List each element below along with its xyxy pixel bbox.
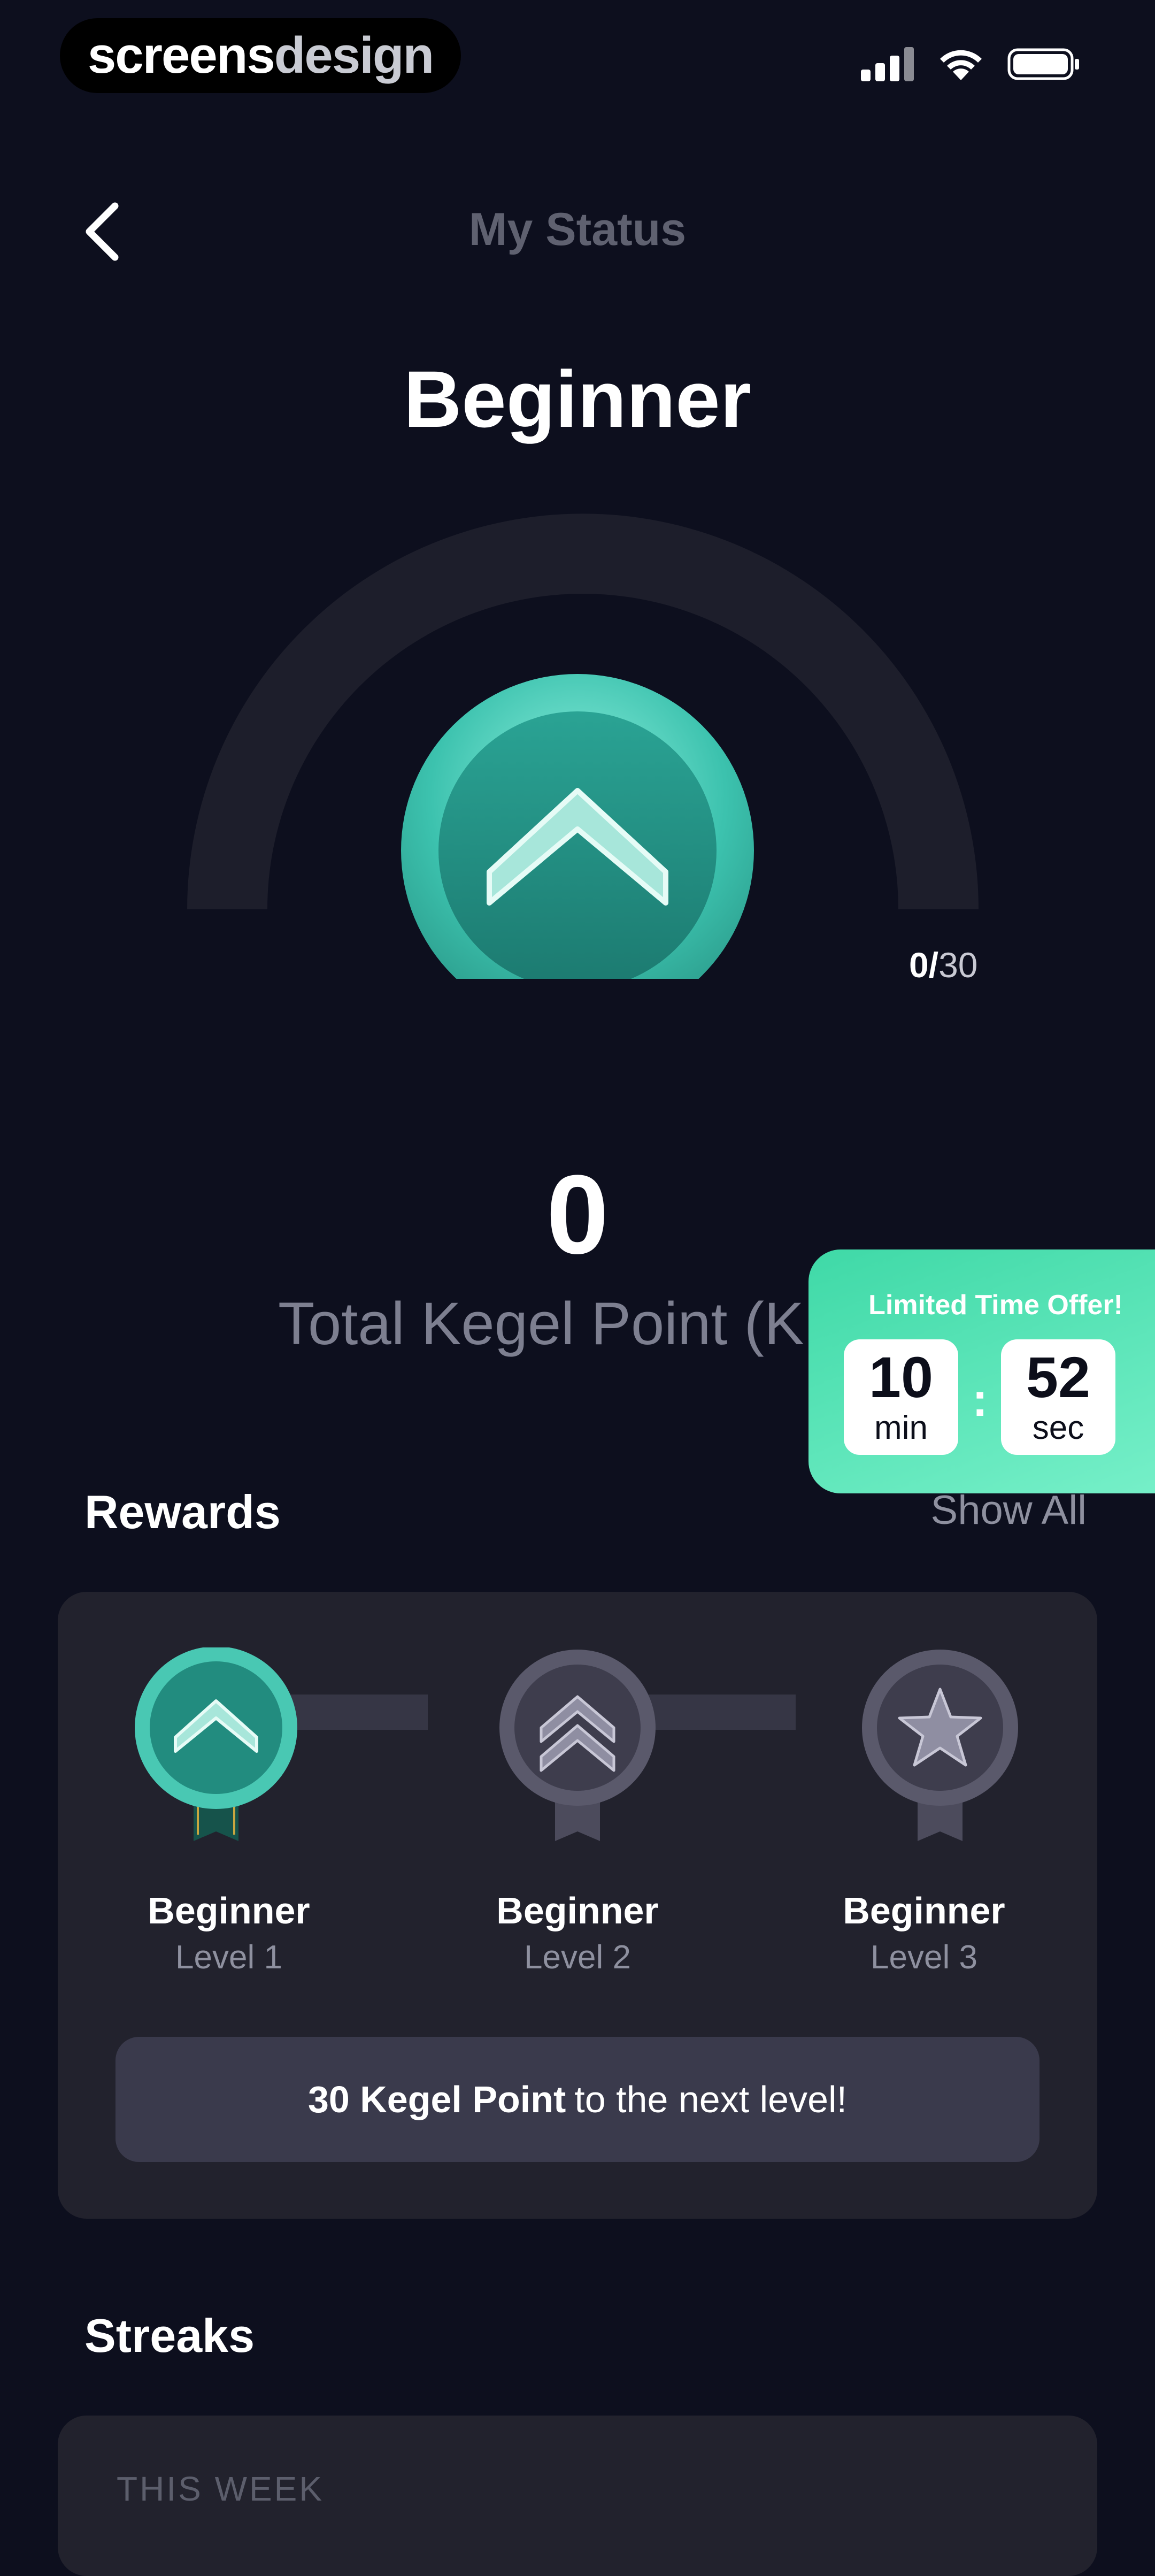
timer-seconds-unit: sec bbox=[1032, 1409, 1084, 1446]
timer-minutes-unit: min bbox=[874, 1409, 928, 1446]
progress-total: 30 bbox=[938, 945, 978, 985]
streaks-card: THIS WEEK bbox=[58, 2416, 1097, 2576]
this-week-label: THIS WEEK bbox=[117, 2470, 325, 2508]
timer-minutes-box: 10 min bbox=[844, 1339, 958, 1455]
system-status-icons bbox=[861, 47, 1080, 81]
badge-2-name: Beginner bbox=[496, 1890, 659, 1931]
limited-offer-banner[interactable]: Limited Time Offer! 10 min : 52 sec bbox=[808, 1249, 1155, 1493]
badge-3-level: Level 3 bbox=[871, 1939, 977, 1976]
timer-seconds: 52 bbox=[1026, 1345, 1091, 1409]
brand-watermark: screens design bbox=[60, 18, 461, 93]
signal-icon bbox=[861, 47, 914, 81]
total-points-label: Total Kegel Point (K bbox=[278, 1290, 804, 1357]
battery-icon bbox=[1007, 48, 1079, 80]
progress-readout: 0/30 bbox=[909, 945, 978, 985]
next-level-points: 30 Kegel Point bbox=[307, 2079, 566, 2120]
streaks-title: Streaks bbox=[84, 2309, 255, 2362]
rewards-card: Beginner Level 1 Beginner Level 2 Beginn… bbox=[58, 1592, 1097, 2219]
badge-level-2[interactable] bbox=[497, 1647, 658, 1851]
badge-level-3[interactable] bbox=[860, 1647, 1020, 1851]
rewards-title: Rewards bbox=[84, 1485, 281, 1538]
progress-gauge bbox=[187, 513, 979, 979]
offer-title: Limited Time Offer! bbox=[868, 1290, 1123, 1321]
level-title: Beginner bbox=[403, 354, 752, 444]
beginner-medal-large bbox=[401, 674, 754, 979]
brand-text-part1: screens bbox=[87, 27, 275, 84]
badge-1-level: Level 1 bbox=[175, 1939, 282, 1976]
progress-current: 0 bbox=[909, 945, 929, 985]
brand-text-part2: design bbox=[274, 27, 434, 84]
timer-seconds-box: 52 sec bbox=[1001, 1339, 1115, 1455]
timer-separator: : bbox=[972, 1373, 988, 1426]
next-level-text: to the next level! bbox=[574, 2079, 848, 2120]
badge-1-name: Beginner bbox=[148, 1890, 310, 1931]
badge-level-1[interactable] bbox=[130, 1647, 302, 1851]
timer-minutes: 10 bbox=[868, 1345, 934, 1409]
badge-2-level: Level 2 bbox=[524, 1939, 631, 1976]
show-all-link[interactable]: Show All bbox=[931, 1487, 1087, 1534]
next-level-banner: 30 Kegel Point to the next level! bbox=[116, 2037, 1040, 2162]
page-title: My Status bbox=[468, 204, 687, 255]
badge-3-name: Beginner bbox=[843, 1890, 1005, 1931]
wifi-icon bbox=[940, 50, 982, 80]
